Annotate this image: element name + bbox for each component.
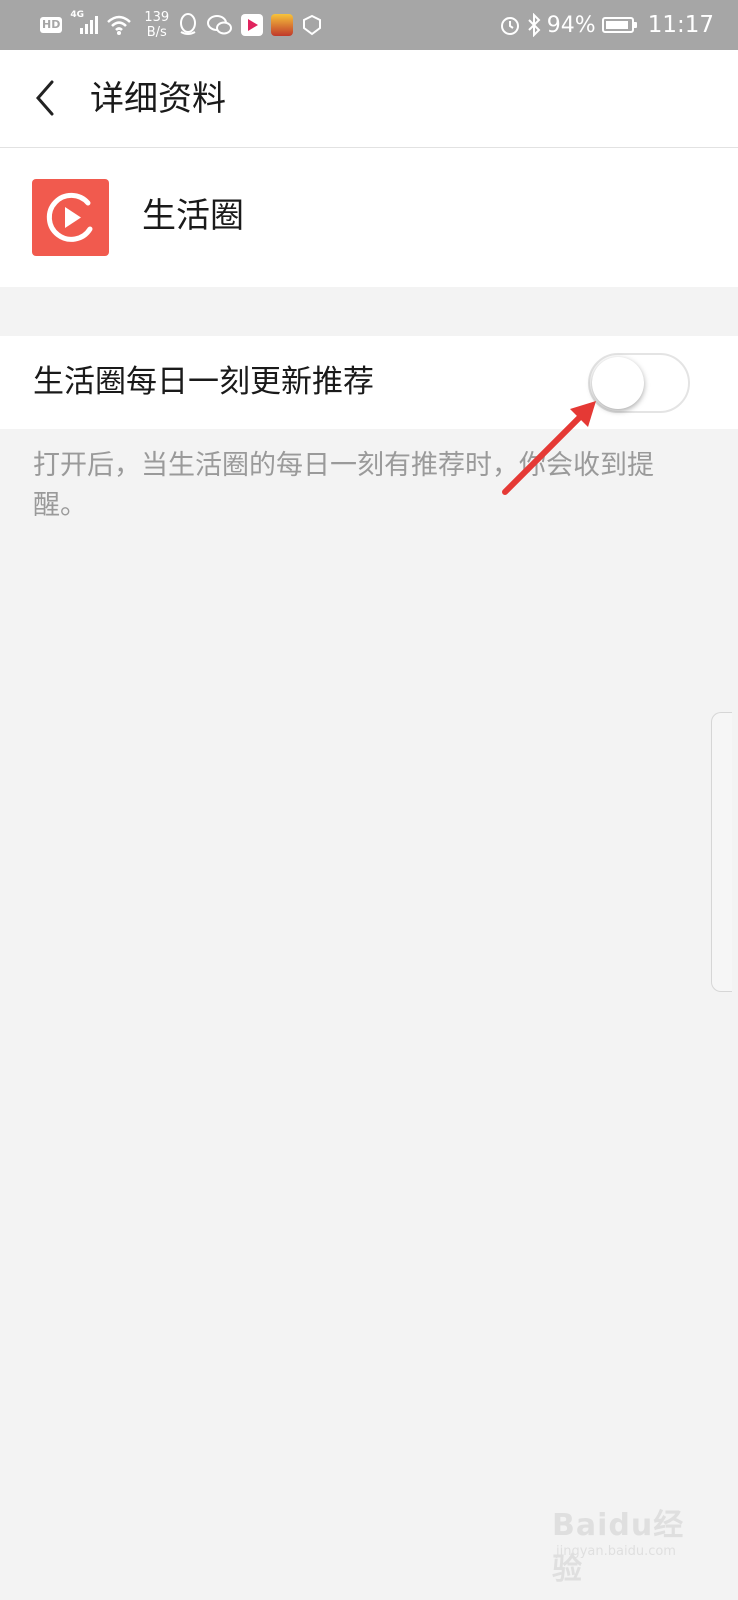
net-speed: 139 B/s (144, 10, 169, 40)
title-bar: 详细资料 (0, 50, 738, 148)
video-app-icon (241, 14, 264, 36)
app-logo (32, 179, 109, 256)
clock: 11:17 (647, 12, 714, 38)
status-right: 94% 11:17 (499, 0, 714, 50)
setting-hint: 打开后，当生活圈的每日一刻有推荐时，你会收到提醒。 (33, 450, 654, 521)
status-bar: HD 4G 139 B/s 94% 11:17 (0, 0, 738, 50)
baidu-watermark: Baidu经验 jingyan.baidu.com (552, 1490, 702, 1587)
daily-update-toggle[interactable] (588, 353, 690, 413)
toggle-knob (592, 357, 644, 409)
status-left: HD 4G 139 B/s (40, 0, 323, 50)
watermark-subtext: jingyan.baidu.com (556, 1544, 676, 1559)
page-title: 详细资料 (90, 79, 226, 119)
alarm-icon (500, 17, 519, 35)
chevron-left-icon[interactable] (28, 76, 62, 120)
net-speed-unit: B/s (146, 25, 167, 40)
hd-icon: HD (40, 17, 63, 33)
game-app-icon (271, 14, 294, 36)
wechat-icon (207, 15, 233, 35)
shield-app-icon (303, 14, 322, 36)
battery-percent: 94% (546, 12, 596, 38)
battery-icon (601, 17, 637, 33)
setting-row: 生活圈每日一刻更新推荐 (0, 336, 738, 429)
app-name: 生活圈 (142, 196, 244, 236)
profile-row: 生活圈 (0, 148, 738, 287)
qq-icon (180, 13, 197, 35)
scroll-handle[interactable] (711, 712, 732, 992)
signal-4g-icon: 4G (70, 10, 99, 36)
setting-label: 生活圈每日一刻更新推荐 (33, 364, 374, 400)
battery-level (605, 21, 629, 29)
bluetooth-icon (528, 13, 541, 37)
net-speed-value: 139 (144, 10, 170, 25)
wifi-icon (107, 15, 132, 35)
play-circle-icon (46, 192, 93, 242)
